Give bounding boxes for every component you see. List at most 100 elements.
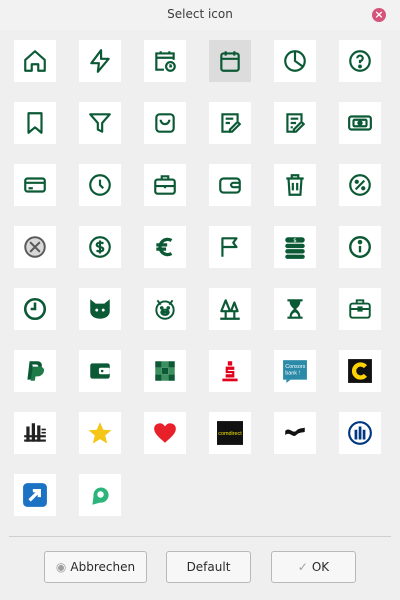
icon-option-percent[interactable] (339, 164, 381, 206)
bar-logo-icon (24, 423, 46, 442)
default-button-label: Default (186, 560, 231, 574)
consors-text-line1: Consors (285, 364, 305, 370)
consorsbank-logo-icon: Consorsbank ! (283, 360, 307, 383)
help-circle-icon (349, 50, 371, 72)
calendar-icon (220, 51, 240, 72)
bookmark-icon (27, 112, 43, 134)
title-bar: Select icon × (0, 0, 400, 30)
icon-option-credit-card[interactable] (14, 164, 56, 206)
icon-option-calendar-clock[interactable] (144, 40, 186, 82)
icon-option-clock[interactable] (79, 164, 121, 206)
cancel-button[interactable]: ◉ Abbrechen (44, 551, 147, 583)
ok-button-label: OK (311, 560, 330, 574)
icon-option-wallet[interactable] (209, 164, 251, 206)
icon-option-coins[interactable]: $ (274, 226, 316, 268)
icon-option-wave[interactable] (274, 412, 316, 454)
icon-option-filter[interactable] (79, 102, 121, 144)
filter-icon (89, 113, 111, 133)
icon-option-edit-document[interactable] (274, 102, 316, 144)
icon-option-map-pin[interactable] (79, 474, 121, 516)
cancel-circle-icon (24, 236, 46, 258)
icon-option-arrow-logo[interactable] (14, 474, 56, 516)
consors-text-line2: bank ! (285, 370, 300, 376)
icon-option-euro[interactable] (144, 226, 186, 268)
icon-option-pie-chart[interactable] (274, 40, 316, 82)
icon-option-info[interactable] (339, 226, 381, 268)
icon-option-wallet-card[interactable] (79, 350, 121, 392)
cancel-button-label: Abbrechen (70, 560, 136, 574)
timer-icon (23, 297, 47, 321)
icon-option-bar-logo[interactable] (14, 412, 56, 454)
icon-option-dollar[interactable] (79, 226, 121, 268)
sparkasse-logo-icon (222, 361, 238, 382)
trash-icon (286, 174, 304, 196)
icon-option-allianz[interactable] (339, 412, 381, 454)
icon-option-piggy[interactable] (144, 288, 186, 330)
icon-option-consorsbank[interactable]: Consors bank ! (274, 350, 316, 392)
clock-icon (89, 174, 111, 196)
home-icon (24, 50, 46, 72)
pie-chart-icon (284, 50, 306, 72)
icon-option-star[interactable] (79, 412, 121, 454)
default-button[interactable]: Default (166, 551, 251, 583)
banknote-icon (348, 115, 372, 131)
icon-option-calendar[interactable] (209, 40, 251, 82)
icon-option-briefcase[interactable] (144, 164, 186, 206)
icon-option-edit-note[interactable] (209, 102, 251, 144)
check-icon: ✓ (297, 560, 308, 574)
icon-option-heart[interactable] (144, 412, 186, 454)
icon-option-sparkasse[interactable] (209, 350, 251, 392)
icon-option-timer[interactable] (14, 288, 56, 330)
wave-logo-icon (285, 427, 305, 437)
shopping-basket-icon (155, 113, 175, 133)
hourglass-icon (287, 299, 303, 319)
percent-icon (349, 174, 371, 196)
cat-icon (90, 299, 110, 319)
edit-document-icon (286, 113, 306, 133)
arrow-logo-icon (23, 483, 47, 507)
c-logo-icon (348, 359, 372, 383)
heart-icon (154, 423, 176, 443)
paypal-icon (27, 361, 45, 381)
ok-button[interactable]: ✓ OK (271, 551, 356, 583)
wallet-icon (219, 177, 241, 194)
dollar-circle-icon (89, 236, 111, 258)
window-title: Select icon (167, 7, 233, 21)
icon-option-trees[interactable] (209, 288, 251, 330)
allianz-logo-icon (348, 421, 372, 445)
icon-option-flag[interactable] (209, 226, 251, 268)
toolbox-icon (349, 299, 371, 319)
wallet-card-icon (90, 363, 110, 379)
comdirect-text: comdirect (218, 431, 242, 437)
icon-grid: $ Consors bank ! comdirect (9, 35, 391, 525)
comdirect-logo-icon: comdirect (217, 421, 243, 445)
edit-note-icon (221, 113, 242, 133)
icon-option-trash[interactable] (274, 164, 316, 206)
icon-option-c-logo[interactable] (339, 350, 381, 392)
flag-icon (221, 237, 238, 257)
separator (9, 536, 391, 537)
icon-option-cat[interactable] (79, 288, 121, 330)
icon-option-help[interactable] (339, 40, 381, 82)
icon-option-bookmark[interactable] (14, 102, 56, 144)
icon-option-comdirect[interactable]: comdirect (209, 412, 251, 454)
icon-option-cancel[interactable] (14, 226, 56, 268)
icon-option-paypal[interactable] (14, 350, 56, 392)
checkered-logo-icon (155, 361, 175, 381)
icon-option-basket[interactable] (144, 102, 186, 144)
icon-option-home[interactable] (14, 40, 56, 82)
credit-card-icon (24, 177, 46, 193)
icon-option-banknote[interactable] (339, 102, 381, 144)
svg-text:$: $ (293, 238, 296, 244)
flash-icon (90, 49, 110, 73)
icon-option-toolbox[interactable] (339, 288, 381, 330)
cancel-icon: ◉ (55, 560, 67, 574)
euro-icon (156, 237, 173, 257)
trees-icon (220, 299, 240, 320)
calendar-clock-icon (155, 51, 176, 72)
star-icon (88, 422, 112, 444)
close-icon[interactable]: × (372, 8, 386, 22)
icon-option-checkered[interactable] (144, 350, 186, 392)
icon-option-hourglass[interactable] (274, 288, 316, 330)
icon-option-flash[interactable] (79, 40, 121, 82)
